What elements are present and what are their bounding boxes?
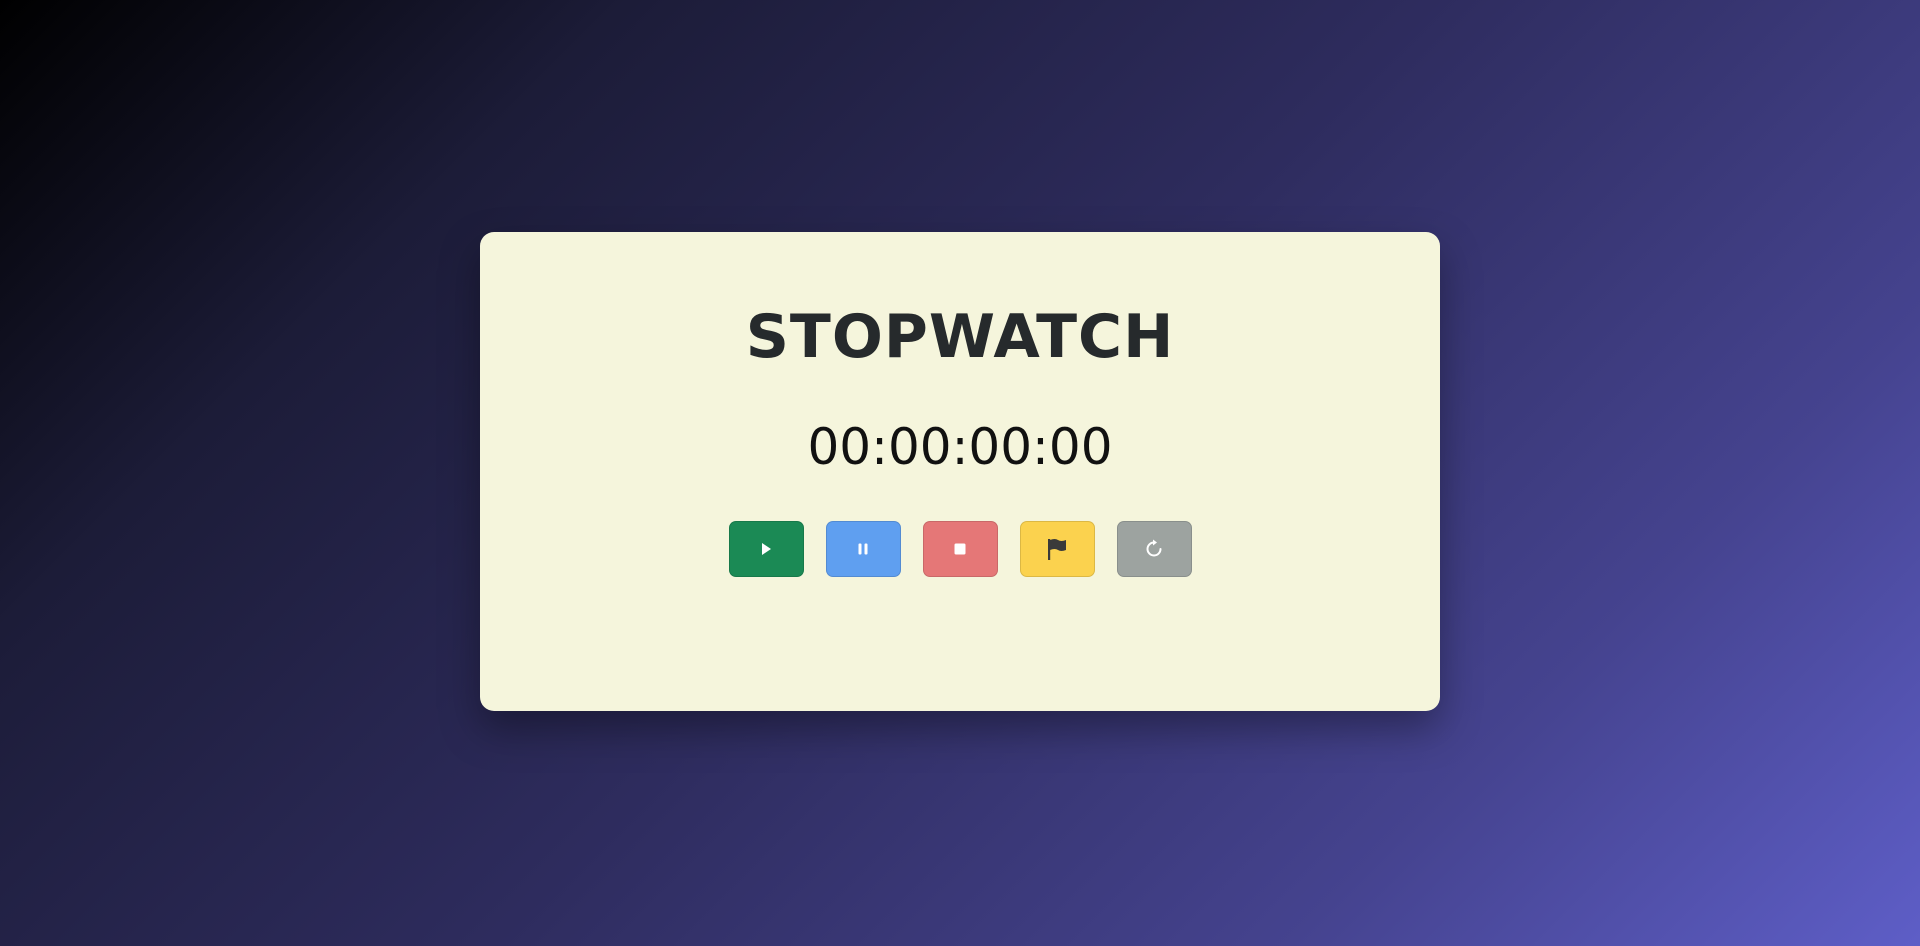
stop-icon xyxy=(954,543,966,555)
play-icon xyxy=(762,543,771,555)
pause-icon xyxy=(858,543,868,555)
stopwatch-card: STOPWATCH 00:00:00:00 xyxy=(480,232,1440,711)
start-button[interactable] xyxy=(728,521,804,577)
flag-icon xyxy=(1048,539,1066,560)
reset-icon xyxy=(1146,539,1162,557)
lap-button[interactable] xyxy=(1019,521,1095,577)
stop-button[interactable] xyxy=(922,521,998,577)
page-title: STOPWATCH xyxy=(745,302,1175,372)
timer-display: 00:00:00:00 xyxy=(807,418,1113,476)
reset-button[interactable] xyxy=(1116,521,1192,577)
pause-button[interactable] xyxy=(825,521,901,577)
control-buttons xyxy=(480,521,1440,577)
